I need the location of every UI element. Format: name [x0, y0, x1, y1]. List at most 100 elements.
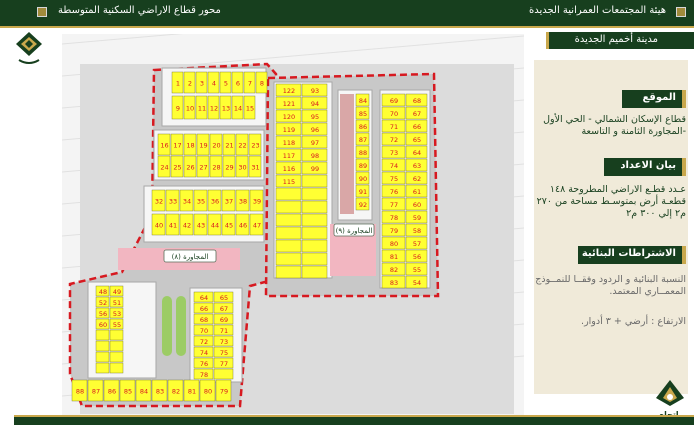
n9-col-d-plot-number: 82	[390, 266, 398, 274]
bottom-row-plot-number: 85	[124, 388, 132, 396]
block-a-row2-plot-number: 12	[210, 105, 218, 113]
lower-mid-grid-plot-number: 74	[200, 349, 208, 357]
n9-col-e-plot-number: 66	[413, 123, 421, 131]
block-a-row1-plot-number: 4	[212, 80, 216, 88]
block-c-row1-plot-number: 34	[183, 198, 191, 206]
lower-mid-grid-plot-number: 77	[220, 360, 228, 368]
block-b-row2-plot-number: 31	[251, 164, 259, 172]
n9-col-d-plot-number: 79	[390, 227, 398, 235]
lower-left-grid-plot	[95, 362, 110, 374]
lower-left-grid-plot-number: 52	[99, 299, 107, 307]
n9-col-a-plot-number: 99	[311, 165, 319, 173]
conditions-text: النسبة البنائية و الردود وفقــا للنمــوذ…	[535, 274, 686, 297]
n9-col-a-plot-number: 96	[311, 126, 319, 134]
n9-col-e-plot-number: 57	[413, 240, 421, 248]
city-name-bar: مدينة أخميم الجديدة	[546, 32, 694, 49]
n9-col-d-plot-number: 76	[390, 188, 398, 196]
lower-left-grid-plot-number: 51	[113, 299, 121, 307]
n9-col-e-plot-number: 60	[413, 201, 421, 209]
block-a-row1-plot-number: 1	[176, 80, 180, 88]
block-a-row1-plot-number: 6	[236, 80, 240, 88]
block-a-row2-plot-number: 14	[234, 105, 242, 113]
n9-col-c-plot-number: 91	[359, 188, 367, 196]
lower-left-grid-plot	[95, 351, 110, 363]
block-b-row2-plot-number: 29	[225, 164, 233, 172]
footer-left-gap	[0, 413, 14, 425]
n9-col-a-plot	[275, 226, 302, 240]
n9-col-e-plot-number: 55	[413, 266, 421, 274]
bottom-row-plot-number: 84	[140, 388, 148, 396]
block-a-row1-plot-number: 7	[248, 80, 252, 88]
block-c-row2-plot-number: 46	[239, 222, 247, 230]
neighborhood-8-label: المجاورة (٨)	[172, 253, 209, 261]
n9-col-e-plot-number: 62	[413, 175, 421, 183]
n9-col-d-plot-number: 71	[390, 123, 398, 131]
conditions-heading: الاشتراطات البنائية	[578, 246, 686, 264]
n9-col-a-plot	[301, 239, 328, 253]
info-panel-body: الموقع قطاع الإسكان الشمالي - الحي الأول…	[534, 60, 688, 394]
n9-col-a-plot-number: 119	[283, 126, 295, 134]
info-panel: مدينة أخميم الجديدة الموقع قطاع الإسكان …	[528, 30, 694, 425]
n9-col-e-plot-number: 54	[413, 279, 421, 287]
bottom-row-plot-number: 86	[108, 388, 116, 396]
block-b-row1-plot-number: 22	[238, 142, 246, 150]
page: محور قطاع الاراضي السكنية المتوسطة هيئة …	[0, 0, 694, 425]
lower-left-grid-plot	[109, 351, 124, 363]
lower-mid-grid-plot	[213, 368, 234, 380]
block-c-row1-plot-number: 39	[253, 198, 261, 206]
lower-mid-grid-plot-number: 71	[220, 327, 228, 335]
height-text: الارتفاع : أرضي + ٣ أدوار.	[581, 316, 686, 327]
n9-col-a-plot	[275, 213, 302, 227]
block-b-row1-plot-number: 18	[186, 142, 194, 150]
n9-col-d-plot-number: 81	[390, 253, 398, 261]
block-a-row1-plot-number: 8	[260, 80, 264, 88]
n9-col-a-plot	[301, 200, 328, 214]
lower-mid-grid-plot-number: 68	[200, 316, 208, 324]
block-c-row2-plot-number: 41	[169, 222, 177, 230]
n9-col-c-plot-number: 90	[359, 175, 367, 183]
n9-col-e-plot-number: 59	[413, 214, 421, 222]
block-b-row1-plot-number: 20	[212, 142, 220, 150]
n9-col-d-plot-number: 70	[390, 110, 398, 118]
lower-mid-grid-plot-number: 72	[200, 338, 208, 346]
n9-col-e-plot-number: 64	[413, 149, 421, 157]
block-b-row1-plot-number: 23	[251, 142, 259, 150]
lower-mid-grid-plot-number: 75	[220, 349, 228, 357]
block-b-row2-plot-number: 26	[186, 164, 194, 172]
n9-col-a-plot-number: 98	[311, 152, 319, 160]
block-c-row1-plot-number: 35	[197, 198, 205, 206]
block-c-row1-plot-number: 38	[239, 198, 247, 206]
n9-col-a-plot	[301, 187, 328, 201]
n9-col-d-plot-number: 72	[390, 136, 398, 144]
block-b-row2-plot-number: 30	[238, 164, 246, 172]
city-name: مدينة أخميم الجديدة	[574, 34, 658, 45]
n9-block-2-pink	[340, 94, 354, 214]
n9-col-a-plot-number: 115	[283, 178, 295, 186]
bottom-row-plot-number: 80	[204, 388, 212, 396]
block-b-row1-plot-number: 16	[160, 142, 168, 150]
lower-left-grid-plot	[95, 340, 110, 352]
block-c-row1-plot-number: 33	[169, 198, 177, 206]
n9-col-a-plot-number: 120	[283, 113, 295, 121]
n9-col-d-plot-number: 73	[390, 149, 398, 157]
n9-col-a-plot-number: 93	[311, 87, 319, 95]
authority-logo-icon	[16, 32, 42, 64]
block-c-row2-plot-number: 43	[197, 222, 205, 230]
land-plots-map: 1 2 3 4 5 6 7 89 10 11 12 13 14 1516 17 18 19 20 21 22 2324 2…	[62, 34, 524, 418]
n9-col-d-plot-number: 74	[390, 162, 398, 170]
lower-left-grid-plot-number: 48	[99, 288, 107, 296]
block-c-row1-plot-number: 36	[211, 198, 219, 206]
block-a-row2-plot-number: 13	[222, 105, 230, 113]
block-a-row1-plot-number: 3	[200, 80, 204, 88]
lower-mid-grid-plot-number: 69	[220, 316, 228, 324]
n9-col-e-plot-number: 68	[413, 97, 421, 105]
block-a-row2-plot-number: 11	[198, 105, 206, 113]
lower-left-grid-plot-number: 55	[113, 321, 121, 329]
n9-col-a-plot-number: 118	[283, 139, 295, 147]
n9-col-a-plot	[275, 265, 302, 279]
block-b-row2-plot-number: 24	[160, 164, 168, 172]
neighborhood-9-label: المجاورة (٩)	[336, 227, 373, 235]
n9-col-a-plot-number: 97	[311, 139, 319, 147]
n9-col-d-plot-number: 80	[390, 240, 398, 248]
n9-col-a-plot	[275, 252, 302, 266]
